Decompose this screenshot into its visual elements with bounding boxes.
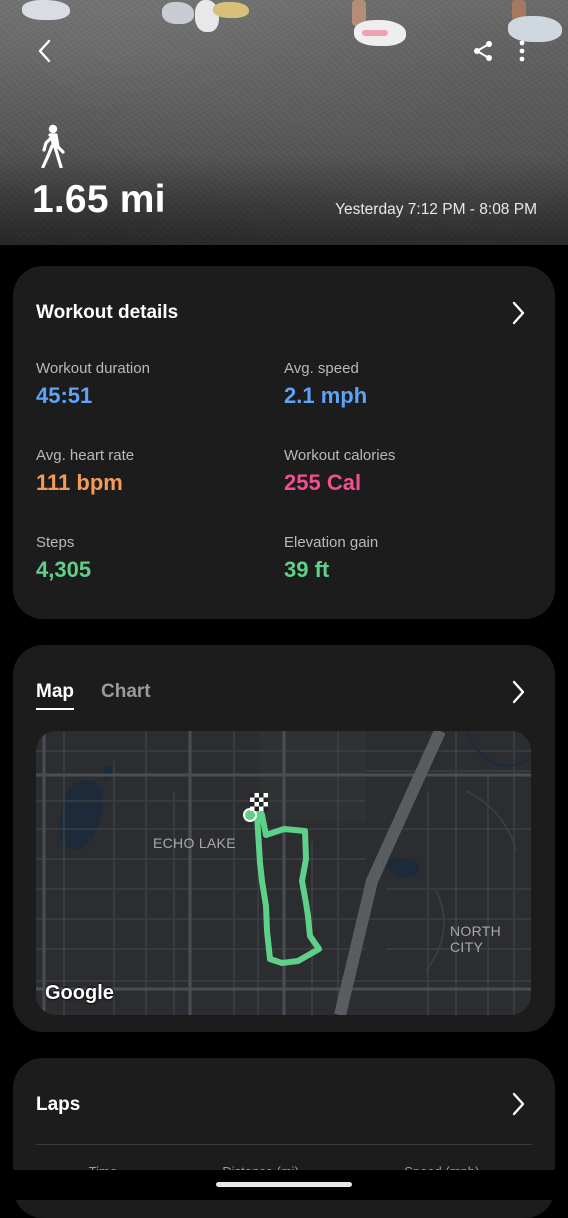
stat-value: 45:51 [36,383,93,408]
walk-icon [41,124,65,168]
workout-timespan: Yesterday 7:12 PM - 8:08 PM [335,201,537,218]
stat-label: Elevation gain [284,534,379,551]
back-button[interactable] [28,34,62,68]
stat-elevation-gain: Elevation gain 39 ft [284,534,378,583]
stat-label: Workout duration [36,360,150,377]
stat-workout-calories: Workout calories 255 Cal [284,447,395,496]
more-vertical-icon [519,40,525,62]
workout-details-title: Workout details [36,302,179,323]
stat-value: 4,305 [36,557,92,582]
divider [36,1144,532,1145]
stat-label: Steps [36,534,75,551]
laps-title: Laps [36,1094,81,1115]
map-place-label: ECHO LAKE [153,835,236,851]
home-gesture-pill[interactable] [216,1182,352,1187]
stat-label: Avg. heart rate [36,447,135,464]
stat-avg-speed: Avg. speed 2.1 mph [284,360,367,409]
stat-workout-duration: Workout duration 45:51 [36,360,150,409]
route-card: Map Chart ECHO LAKE NORTH CITY Google [13,645,555,1032]
route-map[interactable]: ECHO LAKE NORTH CITY Google [36,731,531,1015]
total-distance: 1.65 mi [32,178,166,221]
stat-label: Avg. speed [284,360,359,377]
map-place-label: NORTH CITY [450,923,502,955]
workout-hero-photo: 1.65 mi Yesterday 7:12 PM - 8:08 PM [0,0,568,245]
stat-value: 255 Cal [284,470,362,495]
stat-label: Workout calories [284,447,396,464]
stat-value: 2.1 mph [284,383,368,408]
workout-details-card[interactable]: Workout details Workout duration 45:51 A… [13,266,555,619]
google-attribution: Google [45,982,114,1004]
chevron-left-icon [38,39,51,63]
share-icon [474,41,492,61]
share-button[interactable] [466,34,500,68]
stat-steps: Steps 4,305 [36,534,91,583]
chevron-right-icon[interactable] [508,1091,528,1117]
runner-shoe [162,2,194,24]
more-options-button[interactable] [505,34,539,68]
map-canvas [36,731,531,1015]
stat-value: 39 ft [284,557,330,582]
tab-chart[interactable]: Chart [101,681,151,710]
stat-value: 111 bpm [36,470,123,495]
system-nav-bar [0,1170,568,1200]
runner-shoe [213,2,249,18]
runner-shoe [22,0,70,20]
tab-map[interactable]: Map [36,681,74,710]
runner-shoe [354,20,406,46]
chevron-right-icon[interactable] [508,679,528,705]
chevron-right-icon[interactable] [508,300,528,326]
stat-avg-heart-rate: Avg. heart rate 111 bpm [36,447,134,496]
route-tabs: Map Chart [36,681,151,710]
